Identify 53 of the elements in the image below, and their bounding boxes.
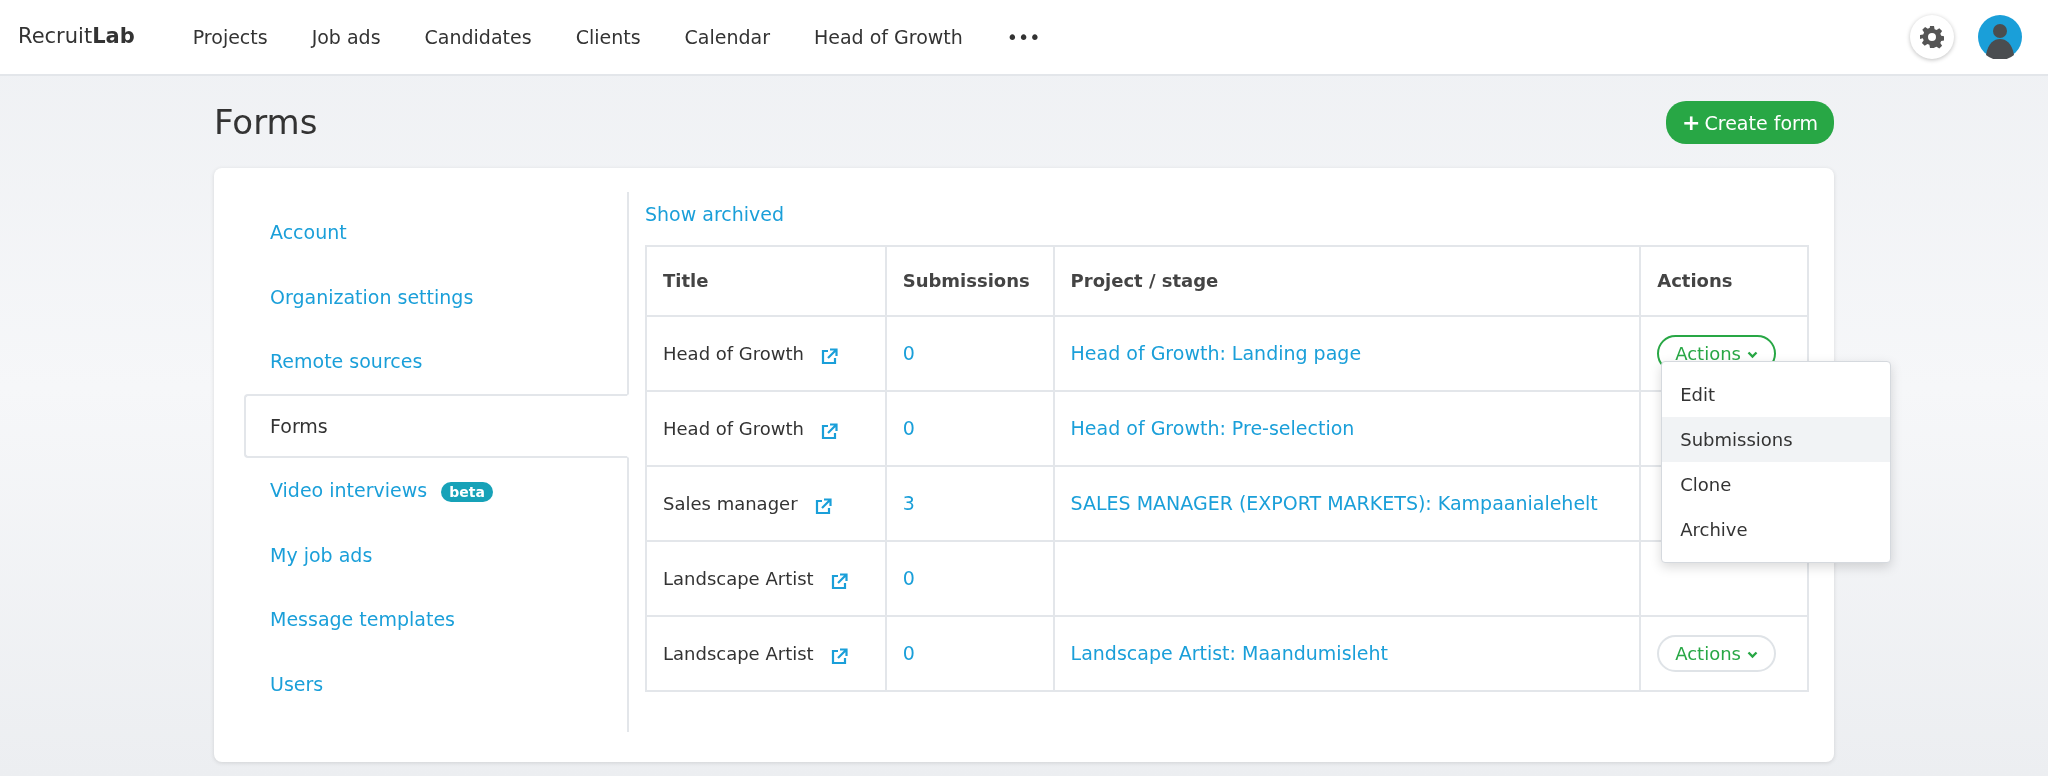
submissions-link[interactable]: 0 [902, 566, 915, 589]
column-header: Project / stage [1053, 245, 1641, 316]
column-header: Title [646, 245, 886, 316]
table-cell: Landscape Artist [663, 642, 814, 664]
sidebar-item[interactable]: Account [244, 200, 629, 265]
table-cell: Head of Growth [663, 342, 804, 364]
show-archived-link[interactable]: Show archived [645, 200, 785, 229]
settings-icon [1920, 25, 1944, 49]
project-stage-link[interactable]: Landscape Artist: Maandumisleht [1070, 641, 1388, 664]
sidebar-item[interactable]: Organization settings [244, 264, 629, 329]
nav-link[interactable]: Job ads [311, 22, 381, 52]
submissions-link[interactable]: 3 [902, 491, 915, 514]
column-header: Actions [1640, 245, 1808, 316]
caret-icon [1746, 650, 1758, 659]
caret-icon [1746, 350, 1758, 359]
external-link-icon[interactable] [820, 347, 838, 366]
nav-link[interactable]: ••• [1006, 22, 1041, 52]
column-header: Submissions [885, 245, 1054, 316]
nav-link[interactable]: Projects [192, 22, 268, 52]
nav-link[interactable]: Head of Growth [813, 22, 963, 52]
dropdown-item[interactable]: Submissions [1662, 416, 1891, 462]
sidebar-item[interactable]: Video interviews beta [244, 458, 629, 523]
brand-logo[interactable]: RecruitLab [18, 21, 135, 53]
project-stage-link[interactable]: Head of Growth: Landing page [1070, 341, 1362, 364]
nav-link[interactable]: Candidates [424, 22, 532, 52]
nav-link[interactable]: Calendar [684, 22, 770, 52]
table-cell: Landscape Artist [663, 567, 814, 589]
table-cell: Head of Growth [663, 417, 804, 439]
user-avatar[interactable] [1978, 15, 2022, 59]
plus-icon: + [1682, 109, 1701, 135]
external-link-icon[interactable] [829, 572, 848, 591]
sidebar-item[interactable]: Users [244, 651, 629, 716]
sidebar-item[interactable]: Remote sources [244, 329, 629, 394]
sidebar-item[interactable]: Message templates [244, 587, 629, 652]
settings-button[interactable] [1910, 15, 1954, 59]
sidebar-item[interactable]: My job ads [244, 522, 629, 587]
nav-link[interactable]: Clients [575, 22, 641, 52]
table-cell: Sales manager [663, 492, 798, 514]
dropdown-item[interactable]: Archive [1662, 506, 1891, 552]
beta-badge: beta [441, 482, 493, 502]
external-link-icon[interactable] [829, 647, 848, 666]
actions-button[interactable]: Actions [1657, 634, 1776, 672]
project-stage-link[interactable]: Head of Growth: Pre-selection [1070, 416, 1355, 439]
external-link-icon[interactable] [813, 497, 832, 516]
dropdown-item[interactable]: Edit [1662, 371, 1891, 417]
submissions-link[interactable]: 0 [902, 341, 915, 364]
submissions-link[interactable]: 0 [902, 641, 915, 664]
external-link-icon[interactable] [820, 422, 838, 441]
dropdown-item[interactable]: Clone [1662, 461, 1891, 507]
submissions-link[interactable]: 0 [902, 416, 915, 439]
create-form-button[interactable]: + Create form [1666, 100, 1834, 144]
sidebar-item[interactable]: Forms [244, 393, 629, 458]
page-title: Forms [214, 101, 318, 143]
